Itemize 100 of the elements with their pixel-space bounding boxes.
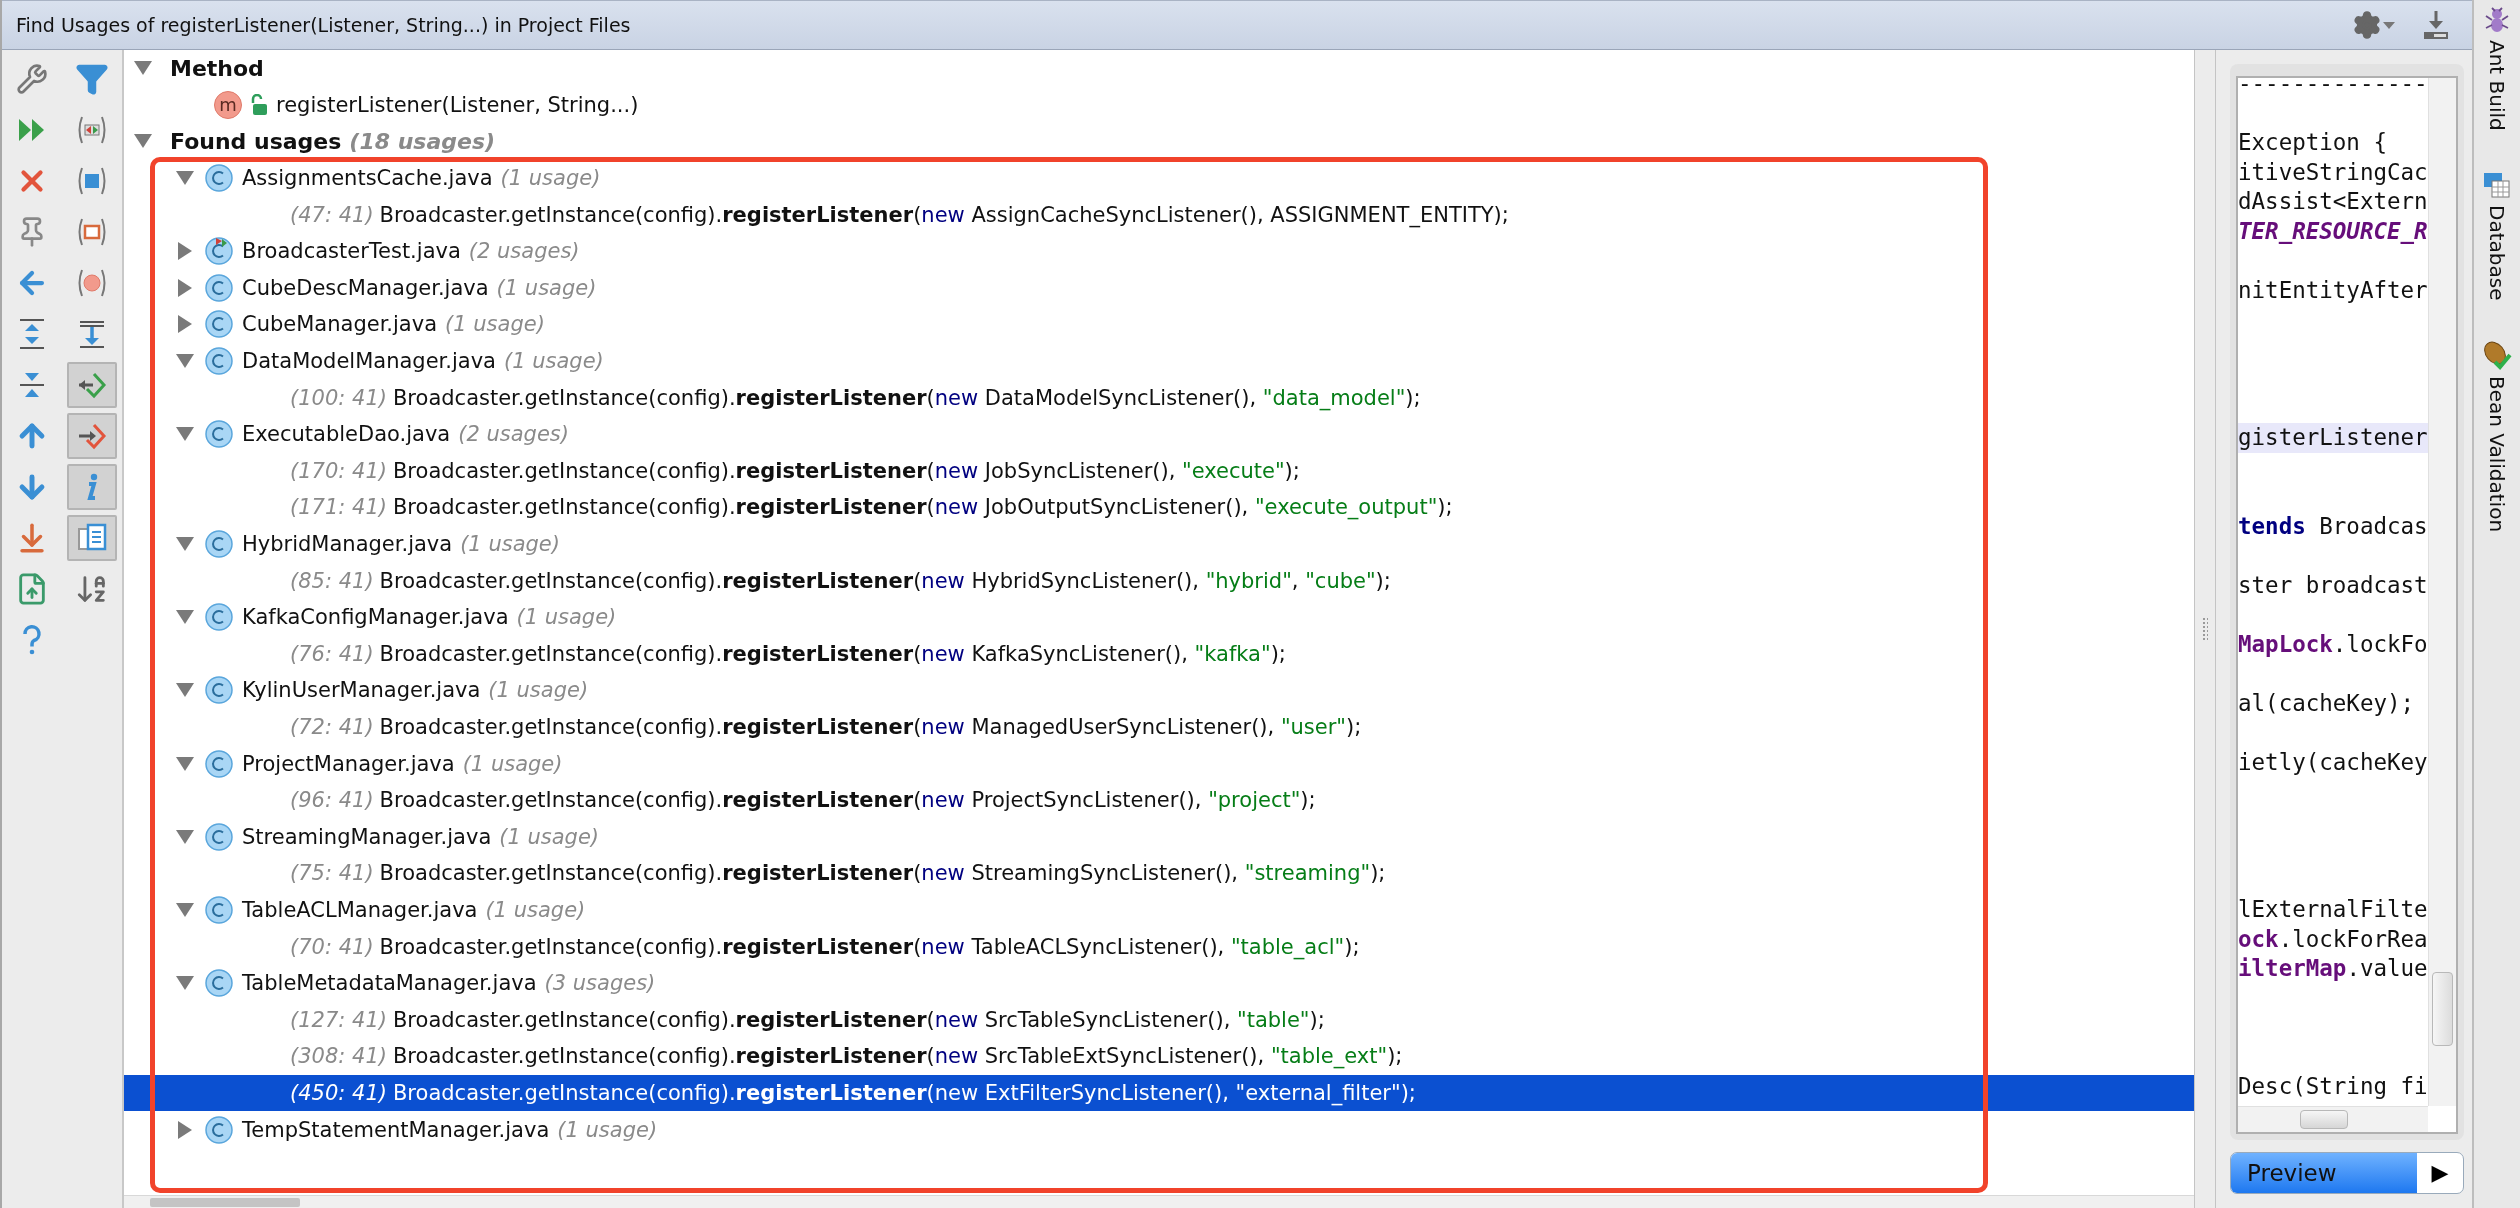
line-position: (76: 41): [290, 641, 374, 666]
usage-count: (1 usage): [488, 678, 589, 703]
scrollbar-thumb[interactable]: [2300, 1110, 2348, 1129]
usage-code: Broadcaster.getInstance(config).registerListener(new SrcTableSyncListener(), "table");: [392, 1007, 1325, 1032]
file-name[interactable]: TableACLManager.java: [242, 897, 478, 922]
usage-row[interactable]: (450: 41) Broadcaster.getInstance(config).registerListener(new ExtFilterSyncListener(), "external_filter");: [124, 1074, 2194, 1112]
read-access-toggle[interactable]: [67, 362, 117, 408]
bean-icon: [2482, 340, 2512, 371]
usage-code: Broadcaster.getInstance(config).registerListener(new ProjectSyncListener(), "project");: [379, 788, 1316, 813]
usage-code: Broadcaster.getInstance(config).registerListener(new HybridSyncListener(), "hybrid", "cube");: [379, 568, 1391, 593]
code-line: nitEntityAfter: [2238, 275, 2428, 305]
code-line: Desc(String fi: [2238, 1072, 2428, 1101]
usage-row[interactable]: (76: 41) Broadcaster.getInstance(config).registerListener(new KafkaSyncListener(), "kafka");: [124, 635, 2194, 673]
info-toggle[interactable]: [67, 464, 117, 510]
line-position: (170: 41): [290, 458, 387, 483]
settings-icon[interactable]: [2352, 10, 2396, 40]
file-name[interactable]: KafkaConfigManager.java: [242, 605, 509, 630]
usage-row[interactable]: (85: 41) Broadcaster.getInstance(config).registerListener(new HybridSyncListener(), "hybrid", "cube");: [124, 562, 2194, 599]
code-line: lExternalFilte: [2238, 895, 2428, 924]
write-access-toggle[interactable]: [67, 413, 117, 459]
side-tab[interactable]: Bean Validation: [2482, 340, 2512, 533]
line-position: (85: 41): [290, 568, 374, 593]
usage-row[interactable]: (171: 41) Broadcaster.getInstance(config).registerListener(new JobOutputSyncListener(), "execute_output");: [124, 489, 2194, 526]
scrollbar-thumb[interactable]: [150, 1198, 300, 1207]
file-name[interactable]: TempStatementManager.java: [242, 1117, 550, 1142]
usage-code: Broadcaster.getInstance(config).registerListener(new ManagedUserSyncListener(), "user");: [379, 715, 1362, 739]
usage-count: (3 usages): [544, 971, 656, 996]
usage-code: Broadcaster.getInstance(config).registerListener(new AssignCacheSyncListener(), ASSIGNMENT_ENTITY);: [379, 202, 1509, 227]
usage-code: Broadcaster.getInstance(config).registerListener(new TableACLSyncListener(), "table_acl");: [379, 934, 1360, 959]
usage-count: (1 usage): [499, 824, 600, 849]
usage-row[interactable]: (70: 41) Broadcaster.getInstance(config).registerListener(new TableACLSyncListener(), "table_acl");: [124, 928, 2194, 965]
line-position: (127: 41): [290, 1007, 387, 1032]
usage-row[interactable]: (308: 41) Broadcaster.getInstance(config).registerListener(new SrcTableExtSyncListener(), "table_ext");: [124, 1038, 2194, 1075]
file-name[interactable]: BroadcasterTest.java: [242, 239, 461, 264]
usage-count: (1 usage): [496, 275, 597, 300]
line-position: (308: 41): [290, 1044, 387, 1069]
code-line: ilterMap.value: [2238, 954, 2428, 983]
preview-panel-toggle[interactable]: [67, 515, 117, 561]
database-icon: [2483, 170, 2511, 199]
usage-row[interactable]: (96: 41) Broadcaster.getInstance(config).registerListener(new ProjectSyncListener(), "project");: [124, 781, 2194, 819]
usage-row[interactable]: (127: 41) Broadcaster.getInstance(config).registerListener(new SrcTableSyncListener(), "table");: [124, 1001, 2194, 1039]
line-position: (171: 41): [290, 495, 387, 520]
filter-icon: [75, 62, 109, 96]
file-name[interactable]: AssignmentsCache.java: [242, 166, 493, 191]
usage-code: Broadcaster.getInstance(config).registerListener(new JobOutputSyncListener(), "execute_output");: [392, 495, 1453, 520]
usage-code: Broadcaster.getInstance(config).registerListener(new KafkaSyncListener(), "kafka");: [379, 641, 1286, 666]
side-tab[interactable]: Database: [2483, 170, 2511, 301]
usage-code: Broadcaster.getInstance(config).registerListener(new ExtFilterSyncListener(), "external_filter");: [392, 1080, 1416, 1105]
method-icon: m: [214, 90, 242, 119]
code-line: dAssist<Extern: [2238, 187, 2428, 216]
file-name[interactable]: ExecutableDao.java: [242, 422, 451, 447]
code-line: ock.lockForRea: [2238, 924, 2428, 954]
info-icon: [85, 473, 99, 501]
group-label: Found usages: [170, 129, 342, 154]
scrollbar-thumb[interactable]: [2432, 972, 2453, 1046]
code-line: --------------: [2238, 78, 2428, 98]
method-signature[interactable]: registerListener(Listener, String...): [276, 92, 639, 117]
code-line: Exception {: [2238, 128, 2388, 157]
usage-code: Broadcaster.getInstance(config).registerListener(new JobSyncListener(), "execute");: [392, 458, 1300, 483]
code-line: MapLock.lockFo: [2238, 629, 2428, 659]
file-name[interactable]: CubeDescManager.java: [242, 275, 489, 300]
file-name[interactable]: DataModelManager.java: [242, 349, 496, 374]
usage-row[interactable]: (100: 41) Broadcaster.getInstance(config).registerListener(new DataModelSyncListener(), "data_model");: [124, 379, 2194, 416]
usage-row[interactable]: (75: 41) Broadcaster.getInstance(config).registerListener(new StreamingSyncListener(), "streaming");: [124, 855, 2194, 892]
usage-row[interactable]: (72: 41) Broadcaster.getInstance(config).registerListener(new ManagedUserSyncListener(), "user");: [124, 708, 2194, 746]
usage-count: (2 usages): [458, 422, 569, 447]
unlocked-icon: [250, 93, 268, 116]
code-line: tends Broadcas: [2238, 511, 2428, 541]
usage-count: (1 usage): [445, 312, 545, 337]
line-position: (47: 41): [290, 202, 374, 227]
usage-row[interactable]: (170: 41) Broadcaster.getInstance(config).registerListener(new JobSyncListener(), "execute");: [124, 452, 2194, 490]
line-position: (75: 41): [290, 861, 374, 886]
line-position: (100: 41): [290, 385, 387, 410]
line-position: (70: 41): [290, 934, 374, 959]
usage-count: (18 usages): [349, 129, 496, 154]
code-line: ietly(cacheKey: [2238, 747, 2428, 777]
usage-count: (1 usage): [460, 532, 560, 556]
group-label: Method: [170, 55, 264, 81]
file-name[interactable]: HybridManager.java: [242, 532, 453, 556]
file-name[interactable]: CubeManager.java: [242, 312, 438, 337]
wrench-icon: [16, 63, 48, 95]
file-name[interactable]: StreamingManager.java: [242, 824, 492, 849]
usage-count: (1 usage): [504, 349, 604, 374]
preview-button[interactable]: Preview ▶: [2230, 1152, 2464, 1194]
window-title: Find Usages of registerListener(Listener, String...) in Project Files: [16, 14, 631, 36]
line-position: (72: 41): [290, 715, 374, 739]
usage-count: (1 usage): [557, 1117, 658, 1142]
usage-code: Broadcaster.getInstance(config).registerListener(new SrcTableExtSyncListener(), "table_ext");: [392, 1044, 1403, 1069]
usage-count: (1 usage): [462, 751, 563, 776]
side-tab[interactable]: Ant Build: [2484, 6, 2510, 131]
line-position: (450: 41): [290, 1080, 387, 1105]
usage-row[interactable]: (47: 41) Broadcaster.getInstance(config).registerListener(new AssignCacheSyncListener(), ASSIGNMENT_ENTITY);: [124, 196, 2194, 233]
file-name[interactable]: ProjectManager.java: [242, 751, 455, 776]
usage-count: (1 usage): [485, 897, 586, 922]
hide-panel-icon[interactable]: [2422, 10, 2450, 40]
file-name[interactable]: TableMetadataManager.java: [242, 971, 537, 996]
code-line: itiveStringCac: [2238, 157, 2428, 187]
splitter-grip[interactable]: [2202, 617, 2208, 641]
line-position: (96: 41): [290, 788, 374, 813]
file-name[interactable]: KylinUserManager.java: [242, 678, 481, 703]
